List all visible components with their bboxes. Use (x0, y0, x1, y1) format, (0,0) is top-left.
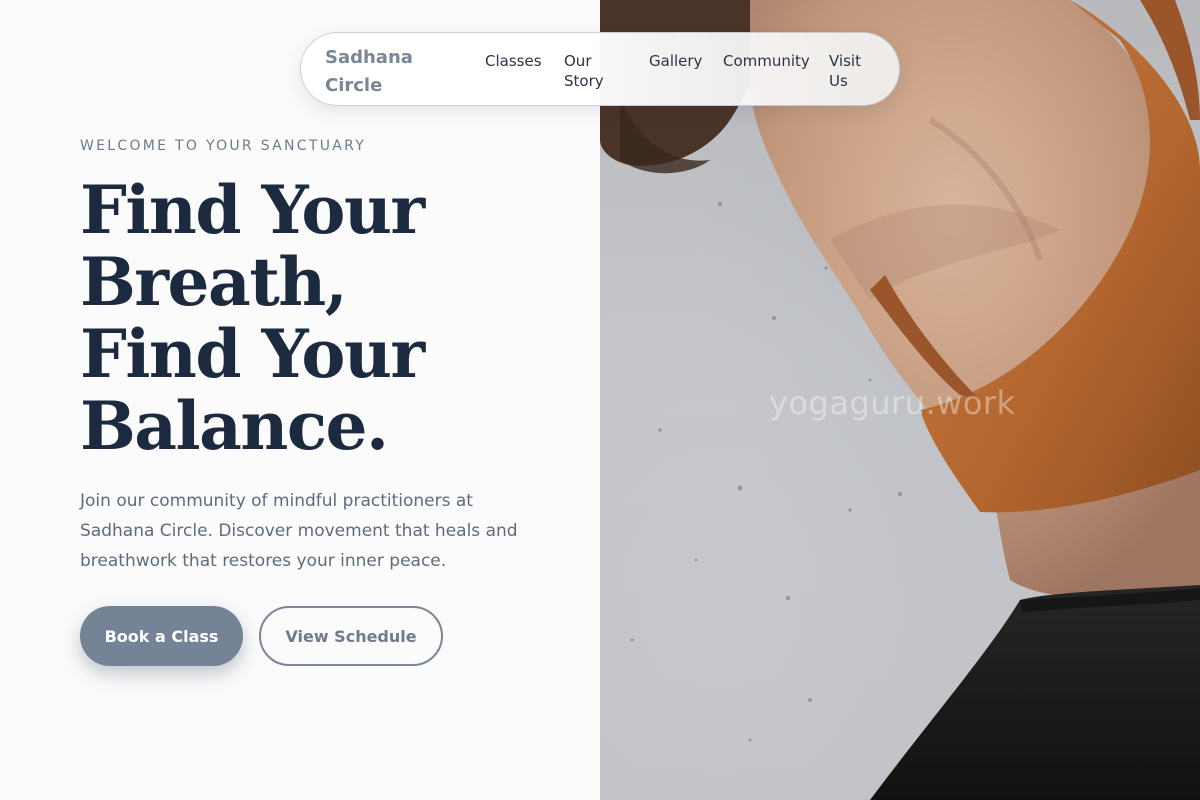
image-watermark: yogaguru.work (769, 384, 1016, 422)
nav-link-community[interactable]: Community (723, 51, 810, 71)
hero-intro-text: Join our community of mindful practition… (80, 491, 518, 571)
headline-line-4: Balance. (80, 387, 389, 465)
headline-line-1: Find Your (80, 171, 425, 249)
nav-link-our-story[interactable]: Our Story (564, 51, 614, 91)
hero-eyebrow: WELCOME TO YOUR SANCTUARY (80, 138, 367, 154)
nav-link-classes[interactable]: Classes (485, 51, 542, 71)
book-a-class-button[interactable]: Book a Class (80, 606, 243, 666)
top-navigation: Sadhana Circle Classes Our Story Gallery… (300, 32, 900, 106)
headline-line-3: Find Your (80, 315, 425, 393)
headline-line-2: Breath, (80, 243, 348, 321)
brand-logo-text[interactable]: Sadhana Circle (325, 44, 435, 100)
view-schedule-button[interactable]: View Schedule (259, 606, 443, 666)
nav-link-visit-us[interactable]: Visit Us (829, 51, 871, 91)
hero-headline: Find Your Breath, Find Your Balance. (80, 174, 550, 462)
nav-link-gallery[interactable]: Gallery (649, 51, 702, 71)
hero-image: yogaguru.work (600, 0, 1200, 800)
